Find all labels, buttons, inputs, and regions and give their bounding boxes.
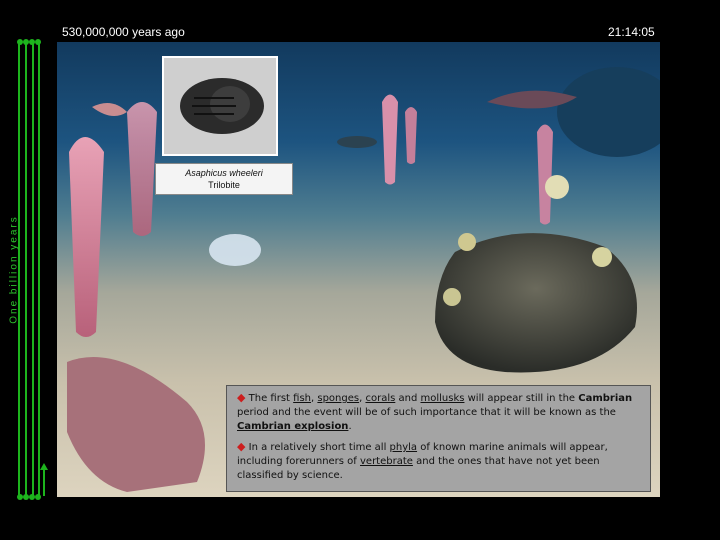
link-cambrian-explosion[interactable]: Cambrian explosion — [237, 421, 348, 432]
distant-sponge — [337, 136, 377, 148]
trilobite-creature — [67, 357, 205, 492]
fossil-species-name: Asaphicus wheeleri — [185, 168, 263, 178]
fossil-group-name: Trilobite — [208, 180, 240, 190]
timeline-label: One billion years — [8, 215, 20, 324]
fossil-caption: Asaphicus wheeleri Trilobite — [155, 163, 293, 195]
frond-center — [382, 94, 398, 185]
info-paragraph-2: ◆ In a relatively short time all phyla o… — [237, 440, 608, 481]
frond-right — [537, 124, 553, 225]
bullet-icon: ◆ — [237, 440, 246, 453]
trilobite-fossil-image — [164, 58, 276, 154]
clock-readout: 21:14:05 — [608, 25, 655, 39]
frond-left — [69, 137, 104, 337]
timeline-marker-stem — [43, 468, 45, 496]
timeline-bottom-dots — [17, 494, 41, 500]
timeline-rail — [38, 42, 40, 497]
frond-small — [405, 107, 417, 164]
jellyfish — [209, 234, 261, 266]
link-mollusks[interactable]: mollusks — [420, 393, 464, 404]
shrimp-creature — [92, 103, 127, 116]
cambrian-term: Cambrian — [578, 393, 633, 404]
sponge — [458, 233, 476, 251]
timeline-rail — [32, 42, 34, 497]
link-phyla[interactable]: phyla — [390, 442, 418, 453]
sponge — [545, 175, 569, 199]
timeline-rail — [25, 42, 27, 497]
link-sponges[interactable]: sponges — [317, 393, 359, 404]
fossil-photo — [162, 56, 278, 156]
link-vertebrate[interactable]: vertebrate — [360, 456, 413, 467]
bullet-icon: ◆ — [237, 391, 246, 404]
info-paragraph-1: ◆ The first fish, sponges, corals and mo… — [237, 391, 633, 432]
link-corals[interactable]: corals — [365, 393, 395, 404]
info-panel: ◆ The first fish, sponges, corals and mo… — [226, 385, 651, 492]
link-fish[interactable]: fish — [293, 393, 311, 404]
frond-center-left — [127, 102, 157, 236]
timeline-top-dots — [17, 39, 41, 45]
sponge — [443, 288, 461, 306]
time-ago-label: 530,000,000 years ago — [62, 25, 185, 39]
distant-rock — [557, 67, 660, 157]
sponge — [592, 247, 612, 267]
